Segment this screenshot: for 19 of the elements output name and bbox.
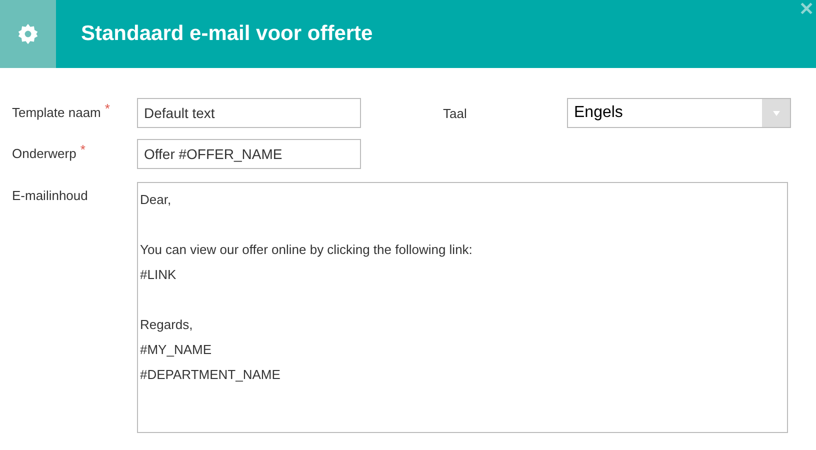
settings-icon xyxy=(17,23,39,45)
body-line: #MY_NAME xyxy=(140,341,212,359)
field-label: Template naam xyxy=(12,104,101,122)
required-mark: * xyxy=(80,141,86,160)
text-field[interactable]: Offer #OFFER_NAME xyxy=(137,139,361,169)
body-line: Regards, xyxy=(140,316,193,334)
required-mark: * xyxy=(104,100,110,118)
field-label: Taal xyxy=(443,105,468,123)
dialog-title: Standaard e-mail voor offerte xyxy=(81,21,373,48)
field-label: E-mailinhoud xyxy=(11,187,89,205)
body-line: #DEPARTMENT_NAME xyxy=(140,366,280,384)
caret-icon xyxy=(772,110,780,116)
text-field[interactable]: Default text xyxy=(137,98,361,128)
body-line: You can view our offer online by clicking the following link: xyxy=(140,241,472,259)
body-line: Dear, xyxy=(140,191,172,209)
language-select[interactable]: Engels xyxy=(567,98,791,128)
email-body-field[interactable]: Dear, You can view our offer online by clicking the following link: #LINK Regards, #MY_NAME #DEPARTMENT_NAME xyxy=(137,182,788,433)
field-label: Onderwerp xyxy=(12,145,76,164)
body-line: #LINK xyxy=(140,266,176,284)
